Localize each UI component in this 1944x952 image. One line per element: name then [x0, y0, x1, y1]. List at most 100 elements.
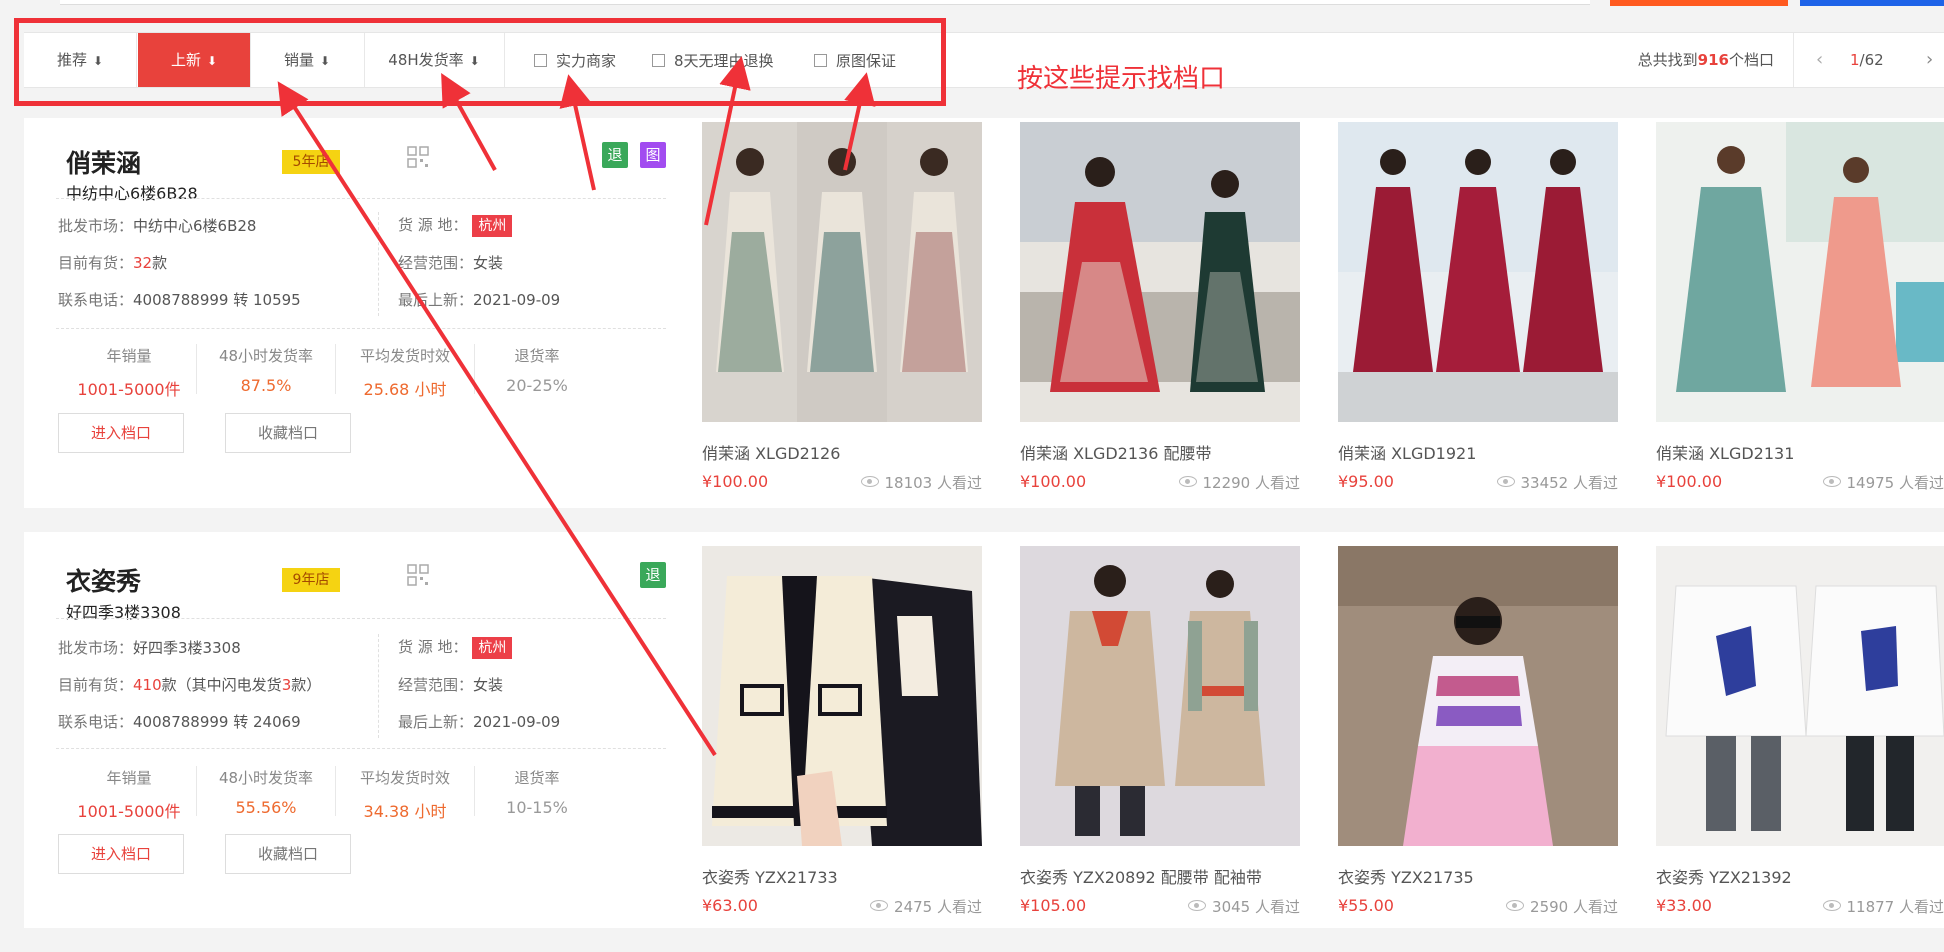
- next-page-icon[interactable]: ›: [1926, 33, 1933, 87]
- kv-label: 货 源 地：: [398, 216, 468, 234]
- product-views: 18103 人看过: [860, 472, 982, 493]
- sort-label: 上新: [170, 51, 201, 69]
- stock-count: 32: [133, 254, 153, 272]
- product-card[interactable]: 俏茉涵 XLGD2136 配腰带 ¥100.00 12290 人看过: [1020, 118, 1300, 508]
- photo-badge: 图: [640, 142, 666, 168]
- views-text: 2590 人看过: [1530, 898, 1618, 916]
- views-text: 2475 人看过: [894, 898, 982, 916]
- phone-info: 联系电话：4008788999 转 10595: [58, 289, 301, 310]
- stat-value: 34.38 小时: [363, 802, 447, 821]
- checkbox-8day-return[interactable]: 8天无理由退换: [652, 51, 774, 71]
- kv-label: 目前有货：: [58, 254, 134, 272]
- kv-label: 经营范围：: [398, 254, 474, 272]
- product-card[interactable]: 俏茉涵 XLGD2131 ¥100.00 14975 人看过: [1656, 118, 1944, 508]
- product-title[interactable]: 衣姿秀 YZX21735: [1338, 864, 1474, 888]
- stat-return-rate: 退货率 20-25%: [467, 345, 607, 395]
- checkbox-icon[interactable]: [814, 54, 827, 67]
- product-image[interactable]: [1656, 122, 1944, 422]
- shop-years-badge: 5年店: [282, 150, 340, 174]
- stat-value: 10-15%: [506, 798, 568, 817]
- checkbox-icon[interactable]: [534, 54, 547, 67]
- stock-extra-prefix: （其中闪电发货: [176, 676, 282, 694]
- product-image[interactable]: [1020, 122, 1300, 422]
- stat-label: 48小时发货率: [218, 347, 314, 365]
- favorite-shop-button[interactable]: 收藏档口: [225, 834, 351, 874]
- checkbox-original-photo[interactable]: 原图保证: [814, 51, 896, 71]
- vertical-divider: [378, 634, 379, 738]
- product-title[interactable]: 衣姿秀 YZX21733: [702, 864, 838, 888]
- product-card[interactable]: 衣姿秀 YZX20892 配腰带 配袖带 ¥105.00 3045 人看过: [1020, 532, 1300, 928]
- product-image[interactable]: [702, 122, 982, 422]
- sort-tab-48h-ship-rate[interactable]: 48H发货率 ⬇: [364, 33, 505, 87]
- product-card[interactable]: 俏茉涵 XLGD2126 ¥100.00 18103 人看过: [702, 118, 982, 508]
- product-title[interactable]: 俏茉涵 XLGD2126: [702, 440, 840, 464]
- origin-city-tag: 杭州: [472, 637, 513, 659]
- annotation-text: 按这些提示找档口: [1017, 64, 1226, 94]
- product-views: 2590 人看过: [1506, 896, 1618, 917]
- enter-shop-button[interactable]: 进入档口: [58, 413, 184, 453]
- views-text: 3045 人看过: [1212, 898, 1300, 916]
- stock-unit: 款: [161, 676, 177, 694]
- sort-tab-sales[interactable]: 销量 ⬇: [250, 33, 365, 87]
- qr-code-icon[interactable]: [407, 564, 429, 586]
- stat-label: 平均发货时效: [359, 347, 450, 365]
- checkbox-label: 8天无理由退换: [674, 52, 774, 70]
- stock-extra-count: 3: [281, 676, 292, 694]
- product-price: ¥55.00: [1338, 896, 1394, 915]
- phone-number: 4008788999 转 24069: [133, 713, 301, 731]
- filter-bar: 推荐 ⬇ 上新 ⬇ 销量 ⬇ 48H发货率 ⬇ 实力商家 8天无理由退换 原图保证 总共…: [24, 32, 1944, 88]
- enter-shop-button[interactable]: 进入档口: [58, 834, 184, 874]
- shop-name[interactable]: 俏茉涵: [66, 144, 141, 180]
- kv-label: 联系电话：: [58, 291, 134, 309]
- kv-value: 2021-09-09: [473, 291, 561, 309]
- vertical-divider: [378, 212, 379, 316]
- pager: ‹ 1/62 ›: [1793, 33, 1944, 87]
- product-image[interactable]: [1020, 546, 1300, 846]
- qr-code-icon[interactable]: [407, 146, 429, 168]
- kv-label: 经营范围：: [398, 676, 474, 694]
- divider: [56, 748, 666, 749]
- eye-icon: [1188, 900, 1207, 911]
- product-card[interactable]: 衣姿秀 YZX21392 ¥33.00 11877 人看过: [1656, 532, 1944, 928]
- sort-tab-recommend[interactable]: 推荐 ⬇: [24, 33, 137, 87]
- product-image[interactable]: [1656, 546, 1944, 846]
- product-card[interactable]: 俏茉涵 XLGD1921 ¥95.00 33452 人看过: [1338, 118, 1618, 508]
- phone-number: 4008788999 转 10595: [133, 291, 301, 309]
- page-total: /62: [1859, 51, 1884, 69]
- product-title[interactable]: 俏茉涵 XLGD2136 配腰带: [1020, 440, 1212, 464]
- product-title[interactable]: 衣姿秀 YZX21392: [1656, 864, 1792, 888]
- image-search-button-partial[interactable]: [1800, 0, 1944, 6]
- kv-value: 女装: [473, 254, 504, 272]
- stat-value: 1001-5000件: [77, 802, 181, 821]
- product-title[interactable]: 俏茉涵 XLGD1921: [1338, 440, 1476, 464]
- eye-icon: [1496, 476, 1515, 487]
- product-title[interactable]: 衣姿秀 YZX20892 配腰带 配袖带: [1020, 864, 1262, 888]
- search-field-partial[interactable]: [60, 0, 1590, 5]
- checkbox-icon[interactable]: [652, 54, 665, 67]
- product-card[interactable]: 衣姿秀 YZX21735 ¥55.00 2590 人看过: [1338, 532, 1618, 928]
- sort-down-icon: ⬇: [469, 54, 480, 68]
- sort-label: 推荐: [56, 51, 87, 69]
- product-image[interactable]: [1338, 546, 1618, 846]
- product-image[interactable]: [702, 546, 982, 846]
- kv-label: 最后上新：: [398, 713, 474, 731]
- phone-info: 联系电话：4008788999 转 24069: [58, 711, 301, 732]
- product-title[interactable]: 俏茉涵 XLGD2131: [1656, 440, 1794, 464]
- total-count: 916: [1697, 51, 1729, 69]
- stat-label: 退货率: [514, 769, 560, 787]
- eye-icon: [1822, 476, 1841, 487]
- sort-down-icon: ⬇: [206, 54, 218, 68]
- prev-page-icon[interactable]: ‹: [1816, 33, 1823, 87]
- sort-tab-newest[interactable]: 上新 ⬇: [138, 33, 251, 87]
- shop-name[interactable]: 衣姿秀: [66, 562, 141, 598]
- favorite-shop-button[interactable]: 收藏档口: [225, 413, 351, 453]
- sort-down-icon: ⬇: [319, 54, 331, 68]
- product-image[interactable]: [1338, 122, 1618, 422]
- product-card[interactable]: 衣姿秀 YZX21733 ¥63.00 2475 人看过: [702, 532, 982, 928]
- views-text: 12290 人看过: [1202, 474, 1301, 492]
- views-text: 33452 人看过: [1520, 474, 1619, 492]
- checkbox-strong-merchant[interactable]: 实力商家: [534, 51, 616, 71]
- product-price: ¥100.00: [1020, 472, 1087, 491]
- divider: [56, 198, 666, 199]
- search-button-partial[interactable]: [1610, 0, 1788, 6]
